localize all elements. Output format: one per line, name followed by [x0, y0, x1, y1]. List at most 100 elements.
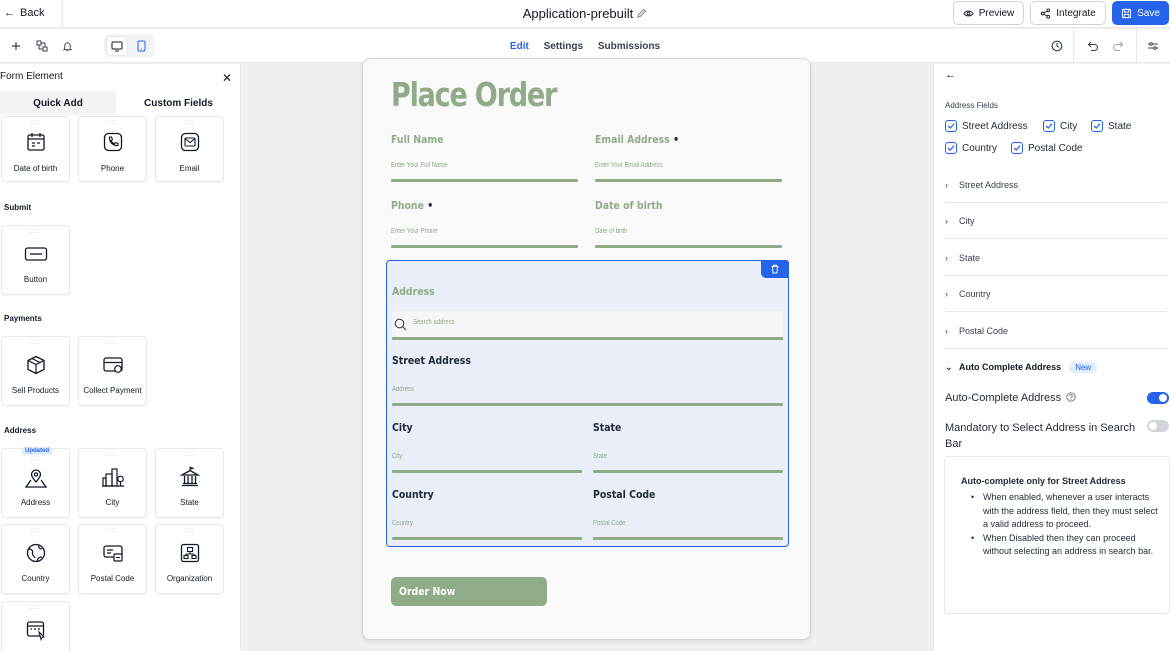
- pencil-icon[interactable]: [636, 8, 647, 19]
- checkbox-city[interactable]: City: [1043, 119, 1077, 133]
- field-underline: [392, 537, 582, 540]
- required-mark: •: [673, 133, 680, 146]
- drag-handle-icon: ::::: [30, 340, 41, 346]
- check-icon: [945, 142, 957, 154]
- credit-card-icon: [79, 354, 146, 376]
- redo-icon[interactable]: [1110, 38, 1126, 54]
- divider: [1136, 29, 1137, 63]
- auto-complete-info: Auto-complete only for Street Address Wh…: [944, 456, 1170, 614]
- accordion-postal-code[interactable]: › Postal Code: [945, 313, 1167, 349]
- state-field[interactable]: State: [593, 453, 607, 460]
- undo-icon[interactable]: [1085, 38, 1101, 54]
- element-sell-products[interactable]: :::: Sell Products: [1, 336, 70, 406]
- drag-handle-icon: ::::: [184, 120, 195, 126]
- app-title[interactable]: Application-prebuilt: [523, 6, 634, 21]
- address-block-selected[interactable]: Address Search address Street Address Ad…: [386, 260, 789, 547]
- back-label: Back: [20, 7, 45, 19]
- element-phone[interactable]: :::: Phone: [78, 116, 147, 182]
- address-label: Address: [392, 285, 435, 298]
- desktop-icon[interactable]: [107, 37, 127, 55]
- close-icon[interactable]: ✕: [222, 71, 232, 85]
- form-title[interactable]: Place Order: [391, 75, 557, 114]
- street-address-field[interactable]: Address: [392, 386, 414, 393]
- layers-icon[interactable]: [34, 38, 50, 54]
- checkbox-country[interactable]: Country: [945, 141, 997, 155]
- element-organization[interactable]: :::: Organization: [155, 524, 224, 594]
- phone-icon: [79, 131, 146, 153]
- check-icon: [945, 120, 957, 132]
- address-search-input[interactable]: Search address: [392, 311, 783, 337]
- checkbox-postal-code[interactable]: Postal Code: [1011, 141, 1082, 155]
- chevron-right-icon: ›: [945, 252, 948, 263]
- bell-icon[interactable]: [59, 38, 75, 54]
- help-circle-icon[interactable]: [1066, 392, 1076, 402]
- element-email[interactable]: :::: Email: [155, 116, 224, 182]
- sliders-icon[interactable]: [1145, 38, 1161, 54]
- section-title-address: Address: [4, 426, 37, 435]
- country-label: Country: [392, 488, 434, 501]
- element-label: Address: [20, 498, 51, 507]
- element-city[interactable]: :::: City: [78, 448, 147, 518]
- accordion-street-address[interactable]: › Street Address: [945, 167, 1167, 203]
- form-element-panel: Form Element ✕ Quick Add Custom Fields :…: [0, 64, 241, 651]
- country-field[interactable]: Country: [392, 520, 413, 527]
- tab-edit[interactable]: Edit: [510, 41, 529, 52]
- email-field[interactable]: Enter Your Email Address: [595, 162, 662, 169]
- arrow-left-icon: ←: [4, 7, 15, 19]
- panel-title: Form Element: [0, 71, 63, 82]
- tab-custom-fields[interactable]: Custom Fields: [116, 91, 240, 115]
- search-icon: [394, 318, 407, 331]
- element-state[interactable]: :::: State: [155, 448, 224, 518]
- element-address[interactable]: Updated :::: Address: [1, 447, 70, 518]
- element-date-of-birth[interactable]: :::: Date of birth: [1, 116, 70, 182]
- phone-field[interactable]: Enter Your Phone: [391, 228, 438, 235]
- element-label: Date of birth: [13, 164, 58, 173]
- auto-complete-toggle[interactable]: [1147, 392, 1169, 404]
- plus-icon[interactable]: [8, 38, 24, 54]
- element-button[interactable]: :::: Button: [1, 225, 70, 295]
- history-icon[interactable]: [1049, 38, 1065, 54]
- element-label: City: [105, 498, 120, 507]
- city-field[interactable]: City: [392, 453, 402, 460]
- accordion-state[interactable]: › State: [945, 240, 1167, 276]
- trash-icon[interactable]: [761, 260, 789, 278]
- mandatory-toggle[interactable]: [1147, 420, 1169, 432]
- back-button[interactable]: ← Back: [4, 7, 44, 19]
- accordion-label: Auto Complete Address: [959, 362, 1062, 372]
- preview-button[interactable]: Preview: [953, 1, 1024, 25]
- accordion-auto-complete[interactable]: ⌄ Auto Complete Address New: [945, 349, 1167, 385]
- element-postal-code[interactable]: :::: Postal Code: [78, 524, 147, 594]
- order-now-button[interactable]: Order Now: [391, 577, 547, 606]
- drag-handle-icon: ::::: [30, 528, 41, 534]
- settings-panel: ← Address Fields Street Address City Sta…: [933, 64, 1170, 651]
- accordion-city[interactable]: › City: [945, 203, 1167, 239]
- save-label: Save: [1137, 7, 1160, 19]
- element-collect-payment[interactable]: :::: Collect Payment: [78, 336, 147, 406]
- search-placeholder: Search address: [413, 319, 455, 326]
- drag-handle-icon: ::::: [30, 605, 41, 611]
- postal-code-field[interactable]: Postal Code: [593, 520, 625, 527]
- full-name-field[interactable]: Enter Your Full Name: [391, 162, 448, 169]
- share-icon: [1041, 7, 1051, 19]
- save-button[interactable]: Save: [1112, 1, 1169, 25]
- info-list: When enabled, whenever a user interacts …: [971, 491, 1163, 559]
- globe-icon: [2, 542, 69, 564]
- full-name-label: Full Name: [391, 133, 444, 146]
- tab-settings[interactable]: Settings: [544, 41, 583, 52]
- accordion-country[interactable]: › Country: [945, 276, 1167, 312]
- checkbox-state[interactable]: State: [1091, 119, 1131, 133]
- element-label: Sell Products: [11, 386, 60, 395]
- chevron-right-icon: ›: [945, 215, 948, 226]
- integrate-button[interactable]: Integrate: [1030, 1, 1106, 25]
- element-country[interactable]: :::: Country: [1, 524, 70, 594]
- form-canvas: Place Order Full Name Enter Your Full Na…: [242, 58, 933, 651]
- tab-submissions[interactable]: Submissions: [598, 41, 660, 52]
- dob-field[interactable]: Date of birth: [595, 228, 627, 235]
- element-extra[interactable]: ::::: [1, 601, 70, 651]
- tab-quick-add[interactable]: Quick Add: [0, 91, 116, 115]
- arrow-left-icon[interactable]: ←: [945, 69, 956, 81]
- auto-complete-label: Auto-Complete Address: [945, 392, 1062, 404]
- mobile-icon[interactable]: [131, 37, 151, 55]
- checkbox-street-address[interactable]: Street Address: [945, 119, 1028, 133]
- element-label: Collect Payment: [83, 386, 142, 395]
